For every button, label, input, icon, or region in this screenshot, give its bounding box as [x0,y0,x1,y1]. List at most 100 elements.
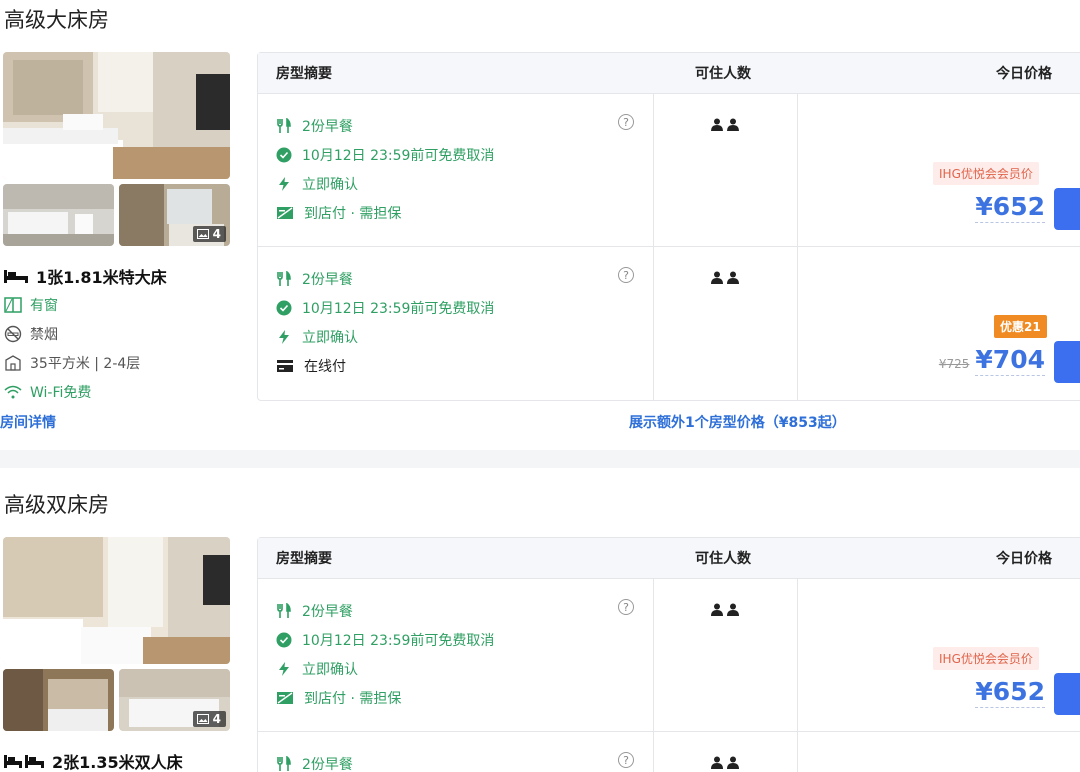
rate-price[interactable]: ¥652 [975,677,1045,708]
room-gallery[interactable]: 4 [3,52,230,247]
book-button[interactable] [1054,673,1080,715]
person-icon [727,271,739,284]
feature-label: 禁烟 [30,326,58,343]
perk-breakfast: 2份早餐 [276,111,494,140]
original-price: ¥725 [938,357,970,371]
rate-table: 房型摘要 可住人数 今日价格 2份早餐 10月12日 23:59前可免费取消 立… [257,537,1080,772]
person-icon [727,118,739,131]
book-button[interactable] [1054,188,1080,230]
rate-row: 2份早餐 10月12日 23:59前可免费取消 立即确认 到店付 · 需担保 ? [258,94,1080,247]
room-photo-thumb[interactable] [3,669,114,731]
check-circle-icon [276,300,292,315]
help-icon[interactable]: ? [618,599,634,615]
room-title: 高级双床房 [4,493,109,517]
room-gallery[interactable]: 4 [3,537,230,732]
bed-type: 2张1.35米双人床 [4,749,244,772]
rate-perks: 2份早餐 10月12日 23:59前可免费取消 立即确认 在线付 [276,264,494,380]
bed-type-label: 2张1.35米双人床 [52,753,183,772]
show-more-rates-link[interactable]: 展示额外1个房型价格（¥853起） [629,412,846,432]
rate-perks: 2份早餐 10月12日 23:59前可免费取消 立即确认 到店付 · 需担保 [276,596,494,712]
header-occupancy: 可住人数 [695,66,751,82]
lightning-icon [279,329,289,344]
room-section-twin: 高级双床房 4 2张1.35米双人床 房型摘要 可住人数 今日价格 2份早餐 1… [0,485,1080,772]
fork-knife-icon [277,270,291,286]
header-occupancy: 可住人数 [695,551,751,567]
discount-badge: 优惠21 [994,315,1047,338]
perk-breakfast: 2份早餐 [276,596,494,625]
help-icon[interactable]: ? [618,267,634,283]
header-summary: 房型摘要 [276,551,332,567]
header-price: 今日价格 [996,551,1052,567]
perk-payment: 到店付 · 需担保 [276,683,494,712]
rate-perks: 2份早餐 [276,749,353,772]
rate-row: 2份早餐 10月12日 23:59前可免费取消 立即确认 到店付 · 需担保 ? [258,579,1080,732]
perk-payment: 到店付 · 需担保 [276,198,494,227]
help-icon[interactable]: ? [618,752,634,768]
check-circle-icon [276,632,292,647]
perk-instant-confirm: 立即确认 [276,322,494,351]
book-button[interactable] [1054,341,1080,383]
perk-cancellation: 10月12日 23:59前可免费取消 [276,140,494,169]
room-info: 1张1.81米特大床 有窗 禁烟 35平方米 | 2-4层 Wi-Fi免费 [4,264,244,406]
feature-label: Wi-Fi免费 [30,384,92,401]
perk-cancellation: 10月12日 23:59前可免费取消 [276,625,494,654]
person-icon [711,118,723,131]
feature-wifi: Wi-Fi免费 [4,377,244,406]
feature-label: 有窗 [30,297,58,314]
help-icon[interactable]: ? [618,114,634,130]
rate-price[interactable]: ¥704 [975,345,1045,376]
perk-instant-confirm: 立即确认 [276,169,494,198]
occupancy-icons [711,603,739,616]
rate-table-header: 房型摘要 可住人数 今日价格 [258,538,1080,579]
perk-payment: 在线付 [276,351,494,380]
rate-price[interactable]: ¥652 [975,192,1045,223]
person-icon [711,603,723,616]
rate-row: 2份早餐 ? [258,732,1080,772]
check-circle-icon [276,147,292,162]
area-icon [5,354,21,371]
section-separator [0,450,1080,468]
card-slash-icon [277,206,293,219]
perk-instant-confirm: 立即确认 [276,654,494,683]
fork-knife-icon [277,755,291,771]
rate-row: 2份早餐 10月12日 23:59前可免费取消 立即确认 在线付 ? 优惠21 … [258,247,1080,400]
price-block: ¥652 [975,677,1045,708]
person-icon [727,756,739,769]
bed-icon [4,270,28,283]
price-block: ¥725 ¥704 [939,345,1045,376]
feature-no-smoking: 禁烟 [4,319,244,348]
room-title: 高级大床房 [4,8,109,32]
occupancy-icons [711,118,739,131]
rate-table-header: 房型摘要 可住人数 今日价格 [258,53,1080,94]
person-icon [711,271,723,284]
feature-window: 有窗 [4,290,244,319]
bed-type-label: 1张1.81米特大床 [36,268,167,287]
room-photo-thumb[interactable] [3,184,114,246]
room-photo-main[interactable] [3,52,230,179]
perk-cancellation: 10月12日 23:59前可免费取消 [276,293,494,322]
rate-perks: 2份早餐 10月12日 23:59前可免费取消 立即确认 到店付 · 需担保 [276,111,494,227]
feature-label: 35平方米 | 2-4层 [30,355,141,372]
photo-count-badge[interactable]: 4 [192,711,226,727]
bed-type: 1张1.81米特大床 [4,264,244,288]
room-photo-thumb[interactable]: 4 [119,184,230,246]
card-icon [277,359,293,372]
person-icon [711,756,723,769]
fork-knife-icon [277,602,291,618]
image-icon [196,229,209,239]
photo-count-badge[interactable]: 4 [192,226,226,242]
feature-area: 35平方米 | 2-4层 [4,348,244,377]
room-photo-main[interactable] [3,537,230,664]
wifi-icon [4,385,22,398]
member-price-badge: IHG优悦会会员价 [933,162,1039,185]
perk-breakfast: 2份早餐 [276,749,353,772]
room-photo-thumb[interactable]: 4 [119,669,230,731]
perk-breakfast: 2份早餐 [276,264,494,293]
occupancy-icons [711,271,739,284]
person-icon [727,603,739,616]
image-icon [196,714,209,724]
window-icon [4,296,22,313]
room-details-link[interactable]: 房间详情 [0,412,56,432]
photo-count: 4 [212,227,221,241]
room-section-king: 高级大床房 4 1张1.81米特大床 有窗 禁烟 35平方米 | 2-4层 Wi… [0,0,1080,450]
